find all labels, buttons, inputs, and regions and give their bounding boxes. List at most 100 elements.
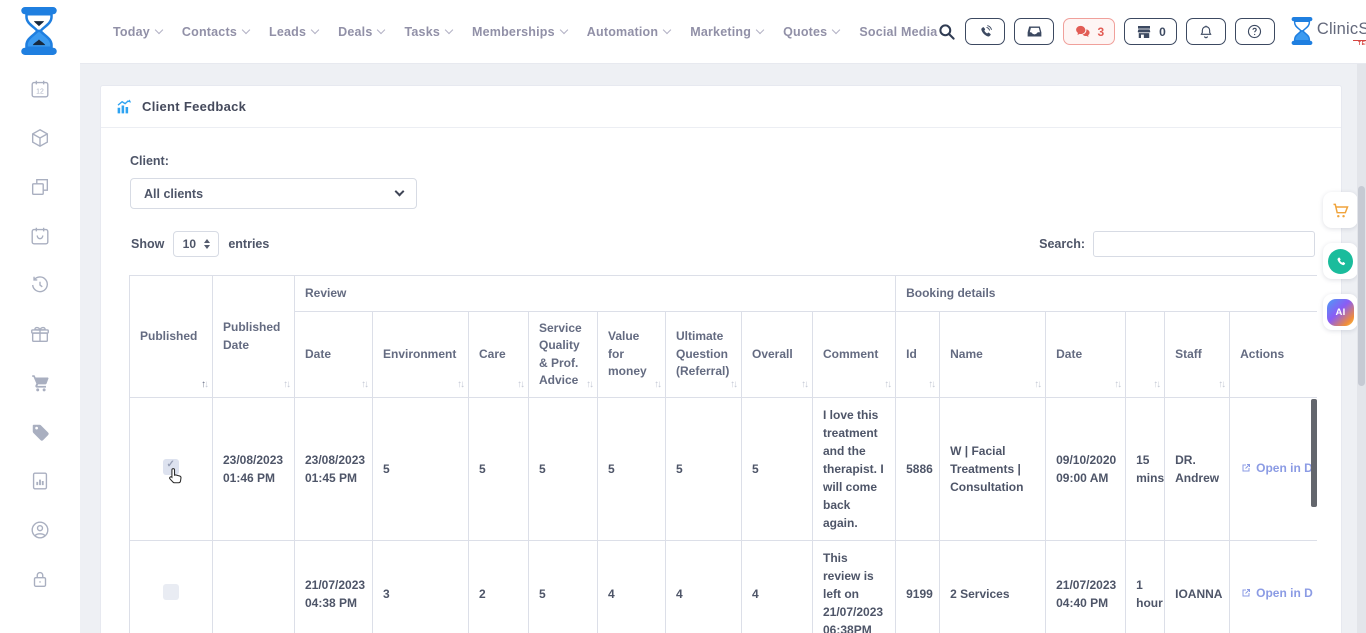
main-content: Client Feedback Client: All clients Show… bbox=[80, 64, 1366, 633]
notifications-button[interactable] bbox=[1186, 18, 1226, 45]
cursor-pointer-icon bbox=[166, 466, 187, 487]
nav-deals[interactable]: Deals bbox=[338, 25, 384, 39]
col-published-date[interactable]: Published Date bbox=[213, 276, 295, 398]
search-label: Search: bbox=[1039, 237, 1085, 251]
search-input[interactable] bbox=[1093, 231, 1315, 257]
col-comment[interactable]: Comment bbox=[813, 312, 896, 398]
store-count-badge: 0 bbox=[1159, 25, 1166, 39]
col-duration[interactable] bbox=[1126, 312, 1165, 398]
sort-icon[interactable] bbox=[1114, 380, 1120, 390]
sort-icon[interactable] bbox=[1034, 380, 1040, 390]
gift-icon[interactable] bbox=[29, 323, 51, 345]
brand-name: ClinicSoftware bbox=[1317, 20, 1366, 38]
col-overall[interactable]: Overall bbox=[742, 312, 813, 398]
entries-value: 10 bbox=[183, 237, 196, 251]
nav-today[interactable]: Today bbox=[113, 25, 162, 39]
col-ultimate-question[interactable]: Ultimate Question (Referral) bbox=[666, 312, 742, 398]
quick-cart-button[interactable] bbox=[1323, 192, 1358, 228]
chevron-down-icon bbox=[242, 26, 250, 34]
published-checkbox[interactable] bbox=[163, 584, 179, 600]
ai-assistant-button[interactable]: AI bbox=[1323, 294, 1358, 330]
page-scrollbar-thumb[interactable] bbox=[1358, 186, 1365, 386]
nav-label: Leads bbox=[269, 25, 306, 39]
spinner-arrows-icon bbox=[204, 239, 210, 249]
chevron-down-icon bbox=[756, 26, 764, 34]
table-row: 21/07/2023 04:38 PM 3 2 5 4 4 4 This rev… bbox=[130, 541, 1318, 633]
user-circle-icon[interactable] bbox=[29, 519, 51, 541]
topbar-actions: 3 0 ClinicSoftware.com TEN STEPS AHEAD bbox=[937, 16, 1366, 47]
col-service-quality[interactable]: Service Quality & Prof. Advice bbox=[529, 312, 598, 398]
col-review-date[interactable]: Date bbox=[295, 312, 373, 398]
client-feedback-card: Client Feedback Client: All clients Show… bbox=[100, 85, 1342, 633]
clinicsoftware-brand-logo[interactable]: ClinicSoftware.com TEN STEPS AHEAD bbox=[1291, 16, 1366, 47]
sort-icon[interactable] bbox=[884, 380, 890, 390]
client-select[interactable]: All clients bbox=[130, 178, 417, 209]
feedback-table-wrap: Published Published Date Review Booking … bbox=[129, 275, 1317, 633]
nav-label: Tasks bbox=[404, 25, 440, 39]
col-environment[interactable]: Environment bbox=[373, 312, 469, 398]
sort-icon[interactable] bbox=[730, 380, 736, 390]
nav-quotes[interactable]: Quotes bbox=[783, 25, 839, 39]
table-controls: Show 10 entries Search: bbox=[131, 231, 1315, 257]
sort-icon[interactable] bbox=[361, 380, 367, 390]
open-in-diary-link[interactable]: Open in D bbox=[1240, 584, 1313, 602]
sort-icon[interactable] bbox=[517, 380, 523, 390]
table-row: ✓ 23/08/2023 01:46 PM 23/08/2023 01:45 P… bbox=[130, 398, 1318, 541]
table-scrollbar-thumb[interactable] bbox=[1311, 399, 1317, 507]
tag-icon[interactable] bbox=[29, 421, 51, 443]
sort-icon[interactable] bbox=[1153, 380, 1159, 390]
sort-icon[interactable] bbox=[586, 380, 592, 390]
copy-pages-icon[interactable] bbox=[29, 176, 51, 198]
lock-icon[interactable] bbox=[29, 568, 51, 590]
hourglass-icon bbox=[1291, 16, 1313, 46]
sort-icon[interactable] bbox=[201, 380, 207, 390]
nav-label: Contacts bbox=[182, 25, 237, 39]
nav-automation[interactable]: Automation bbox=[587, 25, 670, 39]
col-name[interactable]: Name bbox=[940, 312, 1046, 398]
history-icon[interactable] bbox=[29, 274, 51, 296]
page-scrollbar[interactable] bbox=[1357, 64, 1366, 633]
col-care[interactable]: Care bbox=[469, 312, 529, 398]
store-button[interactable]: 0 bbox=[1124, 18, 1177, 45]
client-label: Client: bbox=[130, 154, 1341, 168]
quick-call-button[interactable] bbox=[1323, 243, 1358, 279]
chevron-down-icon bbox=[560, 26, 568, 34]
sort-icon[interactable] bbox=[457, 380, 463, 390]
nav-leads[interactable]: Leads bbox=[269, 25, 318, 39]
nav-label: Marketing bbox=[690, 25, 751, 39]
phone-button[interactable] bbox=[965, 18, 1005, 45]
floating-action-buttons: AI bbox=[1323, 192, 1358, 330]
nav-tasks[interactable]: Tasks bbox=[404, 25, 452, 39]
cart-icon[interactable] bbox=[29, 372, 51, 394]
inbox-button[interactable] bbox=[1014, 18, 1054, 45]
col-actions: Actions bbox=[1230, 312, 1317, 398]
chat-button[interactable]: 3 bbox=[1063, 18, 1115, 45]
nav-contacts[interactable]: Contacts bbox=[182, 25, 249, 39]
sort-icon[interactable] bbox=[283, 380, 289, 390]
bookings-calendar-icon[interactable] bbox=[29, 225, 51, 247]
group-booking-details: Booking details bbox=[896, 276, 1317, 312]
help-button[interactable] bbox=[1235, 18, 1275, 45]
nav-memberships[interactable]: Memberships bbox=[472, 25, 567, 39]
entries-select[interactable]: 10 bbox=[173, 231, 219, 257]
col-value-for-money[interactable]: Value for money bbox=[598, 312, 666, 398]
col-published[interactable]: Published bbox=[130, 276, 213, 398]
nav-marketing[interactable]: Marketing bbox=[690, 25, 763, 39]
col-booking-date[interactable]: Date bbox=[1046, 312, 1126, 398]
sort-icon[interactable] bbox=[654, 380, 660, 390]
nav-social-media[interactable]: Social Media bbox=[859, 25, 937, 39]
open-in-diary-link[interactable]: Open in D bbox=[1240, 459, 1313, 477]
clinicsoftware-logo-icon[interactable] bbox=[20, 7, 58, 55]
products-cube-icon[interactable] bbox=[29, 127, 51, 149]
col-staff[interactable]: Staff bbox=[1165, 312, 1230, 398]
client-filter: Client: All clients bbox=[130, 154, 1341, 209]
published-checkbox[interactable]: ✓ bbox=[163, 459, 179, 475]
report-icon[interactable] bbox=[29, 470, 51, 492]
search-icon[interactable] bbox=[937, 22, 956, 41]
calendar-icon[interactable]: 12 bbox=[29, 78, 51, 100]
sort-icon[interactable] bbox=[928, 380, 934, 390]
col-id[interactable]: Id bbox=[896, 312, 940, 398]
chevron-down-icon bbox=[377, 26, 385, 34]
sort-icon[interactable] bbox=[801, 380, 807, 390]
sort-icon[interactable] bbox=[1218, 380, 1224, 390]
